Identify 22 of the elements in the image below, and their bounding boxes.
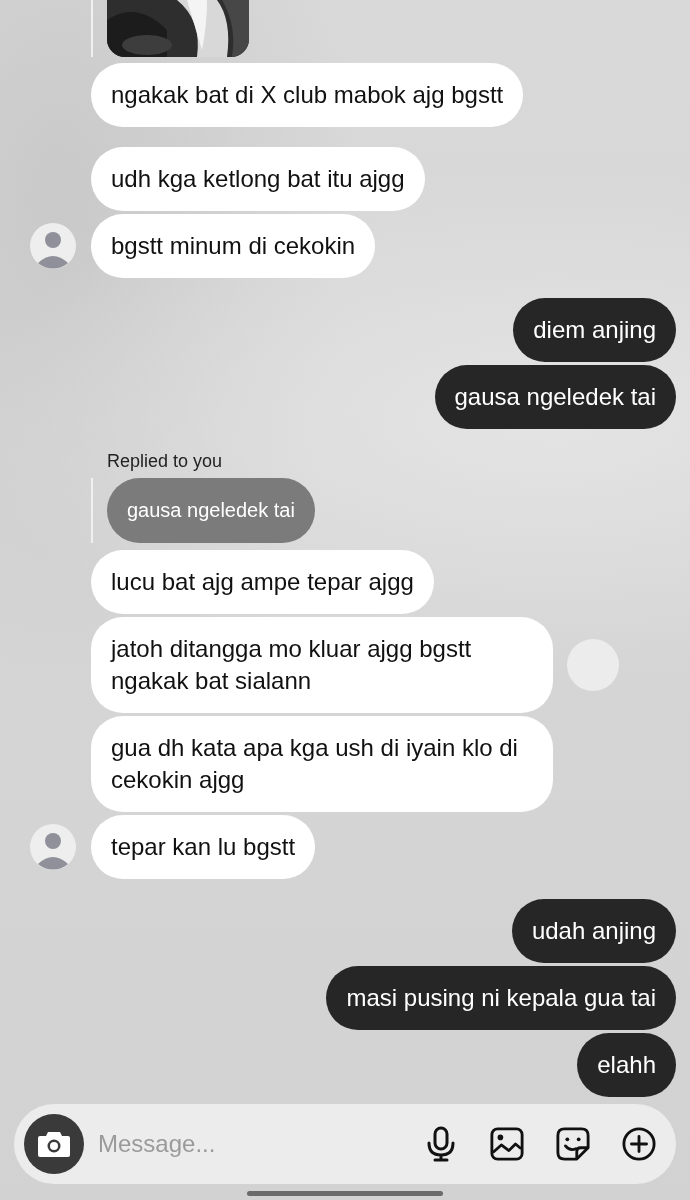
plus-icon[interactable]: [622, 1126, 656, 1162]
message-bubble[interactable]: jatoh ditangga mo kluar ajgg bgstt ngakak bat sialann: [91, 617, 553, 713]
camera-icon: [37, 1130, 71, 1158]
message-bubble[interactable]: ngakak bat di X club mabok ajg bgstt: [91, 63, 524, 127]
avatar[interactable]: [30, 824, 76, 870]
message-bubble[interactable]: udah anjing: [511, 899, 676, 963]
sticker-icon[interactable]: [556, 1126, 590, 1162]
message-bubble[interactable]: gua dh kata apa kga ush di iyain klo di cekokin ajgg: [91, 716, 553, 812]
message-bubble[interactable]: bgstt minum di cekokin: [91, 214, 376, 278]
message-bubble[interactable]: tepar kan lu bgstt: [91, 815, 316, 879]
quoted-message[interactable]: gausa ngeledek tai: [107, 478, 315, 543]
camera-button[interactable]: [24, 1114, 84, 1174]
message-bubble[interactable]: udh kga ketlong bat itu ajgg: [91, 147, 425, 211]
message-bubble[interactable]: elahh: [577, 1033, 676, 1097]
image-icon[interactable]: [490, 1126, 524, 1162]
reply-label: Replied to you: [106, 451, 224, 472]
message-input[interactable]: Message...: [84, 1130, 408, 1158]
avatar[interactable]: [30, 223, 76, 269]
message-bubble[interactable]: lucu bat ajg ampe tepar ajgg: [91, 550, 434, 614]
message-bubble[interactable]: gausa ngeledek tai: [434, 365, 676, 429]
message-bubble[interactable]: masi pusing ni kepala gua tai: [326, 966, 676, 1030]
message-bubble[interactable]: diem anjing: [513, 298, 676, 362]
